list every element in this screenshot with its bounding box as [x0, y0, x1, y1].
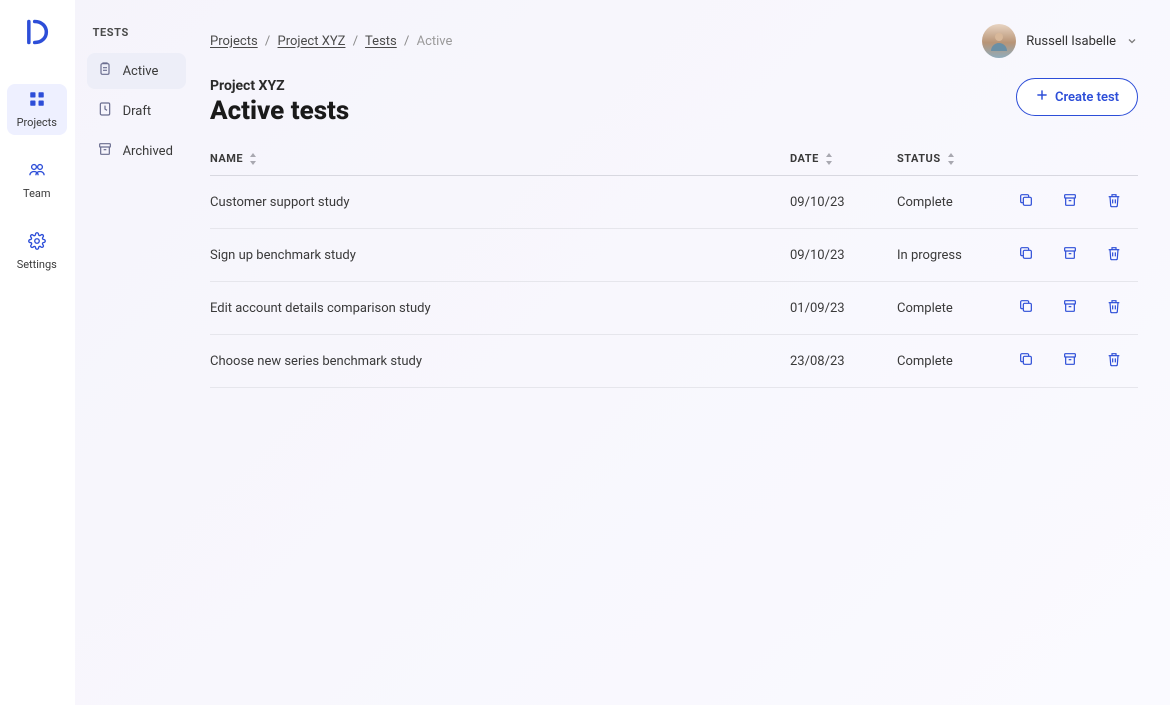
- archive-icon: [1062, 351, 1078, 371]
- sidebar-title: TESTS: [87, 26, 186, 39]
- create-test-label: Create test: [1055, 90, 1119, 105]
- app-logo: [23, 18, 51, 46]
- copy-button[interactable]: [1014, 241, 1038, 269]
- column-label: STATUS: [897, 152, 941, 165]
- copy-icon: [1018, 298, 1034, 318]
- table-header: NAME DATE STATUS: [210, 152, 1138, 176]
- archive-icon: [1062, 298, 1078, 318]
- rail-item-label: Team: [23, 187, 51, 200]
- user-menu[interactable]: Russell Isabelle: [982, 24, 1138, 58]
- topbar: Projects / Project XYZ / Tests / Active …: [210, 24, 1138, 58]
- breadcrumb-link-projects[interactable]: Projects: [210, 34, 258, 49]
- page-header: Project XYZ Active tests Create test: [210, 78, 1138, 126]
- sort-icon: [248, 153, 258, 165]
- cell-name: Customer support study: [210, 195, 790, 210]
- table-row[interactable]: Edit account details comparison study01/…: [210, 282, 1138, 335]
- create-test-button[interactable]: Create test: [1016, 78, 1138, 116]
- copy-button[interactable]: [1014, 188, 1038, 216]
- cell-status: Complete: [897, 354, 1014, 369]
- table-row[interactable]: Choose new series benchmark study23/08/2…: [210, 335, 1138, 388]
- delete-button[interactable]: [1102, 188, 1126, 216]
- sort-icon: [824, 153, 834, 165]
- breadcrumb-sep: /: [353, 34, 358, 49]
- clipboard-icon: [97, 61, 113, 81]
- cell-actions: [1014, 241, 1138, 269]
- draft-icon: [97, 101, 113, 121]
- sidebar-item-label: Draft: [123, 104, 152, 119]
- archive-button[interactable]: [1058, 294, 1082, 322]
- trash-icon: [1106, 192, 1122, 212]
- cell-name: Edit account details comparison study: [210, 301, 790, 316]
- archive-button[interactable]: [1058, 241, 1082, 269]
- trash-icon: [1106, 298, 1122, 318]
- column-header-date[interactable]: DATE: [790, 152, 897, 165]
- gear-icon: [28, 232, 46, 254]
- copy-button[interactable]: [1014, 347, 1038, 375]
- grid-icon: [28, 90, 46, 112]
- cell-name: Sign up benchmark study: [210, 248, 790, 263]
- cell-date: 01/09/23: [790, 301, 897, 316]
- cell-date: 23/08/23: [790, 354, 897, 369]
- archive-button[interactable]: [1058, 188, 1082, 216]
- copy-icon: [1018, 192, 1034, 212]
- cell-status: Complete: [897, 195, 1014, 210]
- sidebar-item-label: Archived: [123, 144, 173, 159]
- cell-actions: [1014, 294, 1138, 322]
- archive-button[interactable]: [1058, 347, 1082, 375]
- sidebar-item-draft[interactable]: Draft: [87, 93, 186, 129]
- copy-button[interactable]: [1014, 294, 1038, 322]
- project-name: Project XYZ: [210, 78, 349, 94]
- trash-icon: [1106, 245, 1122, 265]
- main: Projects / Project XYZ / Tests / Active …: [194, 0, 1170, 705]
- rail-item-settings[interactable]: Settings: [7, 226, 67, 277]
- trash-icon: [1106, 351, 1122, 371]
- archive-icon: [1062, 192, 1078, 212]
- rail-item-team[interactable]: Team: [7, 155, 67, 206]
- delete-button[interactable]: [1102, 347, 1126, 375]
- delete-button[interactable]: [1102, 294, 1126, 322]
- archive-icon: [97, 141, 113, 161]
- cell-date: 09/10/23: [790, 248, 897, 263]
- copy-icon: [1018, 351, 1034, 371]
- sidebar-item-active[interactable]: Active: [87, 53, 186, 89]
- column-label: NAME: [210, 152, 243, 165]
- cell-actions: [1014, 188, 1138, 216]
- user-name: Russell Isabelle: [1026, 34, 1116, 49]
- column-label: DATE: [790, 152, 819, 165]
- copy-icon: [1018, 245, 1034, 265]
- breadcrumb-current: Active: [417, 34, 453, 49]
- icon-rail: Projects Team Settings: [0, 0, 75, 705]
- team-icon: [28, 161, 46, 183]
- column-header-actions: [1014, 152, 1138, 165]
- sidebar-item-archived[interactable]: Archived: [87, 133, 186, 169]
- breadcrumb: Projects / Project XYZ / Tests / Active: [210, 34, 452, 49]
- column-header-status[interactable]: STATUS: [897, 152, 1014, 165]
- sort-icon: [946, 153, 956, 165]
- rail-item-label: Settings: [17, 258, 57, 271]
- column-header-name[interactable]: NAME: [210, 152, 790, 165]
- archive-icon: [1062, 245, 1078, 265]
- cell-status: In progress: [897, 248, 1014, 263]
- breadcrumb-sep: /: [265, 34, 270, 49]
- avatar: [982, 24, 1016, 58]
- cell-status: Complete: [897, 301, 1014, 316]
- plus-icon: [1035, 88, 1049, 106]
- page-title: Active tests: [210, 96, 349, 126]
- breadcrumb-link-project-xyz[interactable]: Project XYZ: [278, 34, 346, 49]
- chevron-down-icon: [1126, 32, 1138, 51]
- cell-actions: [1014, 347, 1138, 375]
- table-row[interactable]: Customer support study09/10/23Complete: [210, 176, 1138, 229]
- breadcrumb-sep: /: [404, 34, 409, 49]
- cell-name: Choose new series benchmark study: [210, 354, 790, 369]
- sidebar-item-label: Active: [123, 64, 159, 79]
- table-row[interactable]: Sign up benchmark study09/10/23In progre…: [210, 229, 1138, 282]
- delete-button[interactable]: [1102, 241, 1126, 269]
- tests-table: NAME DATE STATUS Customer support study0…: [210, 152, 1138, 388]
- sidebar: TESTS Active Draft Archived: [75, 0, 194, 705]
- rail-item-projects[interactable]: Projects: [7, 84, 67, 135]
- rail-item-label: Projects: [17, 116, 57, 129]
- breadcrumb-link-tests[interactable]: Tests: [365, 34, 397, 49]
- cell-date: 09/10/23: [790, 195, 897, 210]
